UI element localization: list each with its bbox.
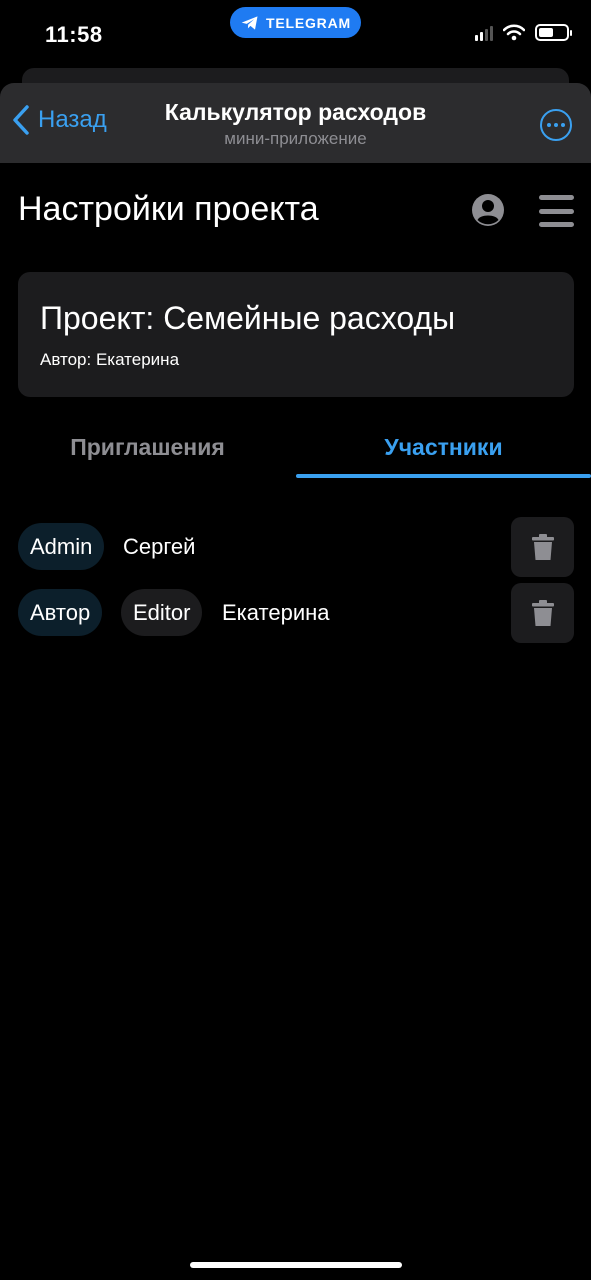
miniapp-subtitle: мини-приложение [224,129,367,148]
status-bar: 11:58 TELEGRAM [0,0,591,70]
member-row: Admin Сергей [0,517,591,577]
member-name: Сергей [123,534,196,559]
project-author: Автор: Екатерина [40,350,180,369]
more-options-button[interactable] [540,109,572,141]
system-icons [475,24,572,41]
project-name: Проект: Семейные расходы [40,300,456,336]
tab-invitations[interactable]: Приглашения [0,420,295,478]
telegram-pill[interactable]: TELEGRAM [230,7,361,38]
status-time: 11:58 [45,22,103,47]
page-title: Настройки проекта [18,190,319,228]
miniapp-header: Назад Калькулятор расходов мини-приложен… [0,83,591,163]
trash-icon [531,600,554,626]
telegram-pill-label: TELEGRAM [266,14,351,31]
project-card: Проект: Семейные расходы Автор: Екатерин… [18,272,574,397]
role-chip-editor: Editor [121,589,203,636]
member-name: Екатерина [222,600,330,625]
delete-member-button[interactable] [511,583,574,643]
role-chip-admin: Admin [18,523,105,570]
home-indicator[interactable] [190,1262,402,1268]
miniapp-title: Калькулятор расходов [164,99,427,125]
menu-icon[interactable] [539,195,574,227]
tabs: Приглашения Участники [0,420,591,478]
member-row: Автор Editor Екатерина [0,583,591,643]
telegram-icon [241,15,258,30]
role-chip-author: Автор [18,589,103,636]
battery-icon [535,24,572,41]
profile-icon[interactable] [471,193,505,227]
tab-members[interactable]: Участники [296,420,591,478]
trash-icon [531,534,554,560]
more-dots-icon [547,123,551,127]
delete-member-button[interactable] [511,517,574,577]
wifi-icon [503,24,525,41]
cellular-signal-icon [475,25,493,41]
